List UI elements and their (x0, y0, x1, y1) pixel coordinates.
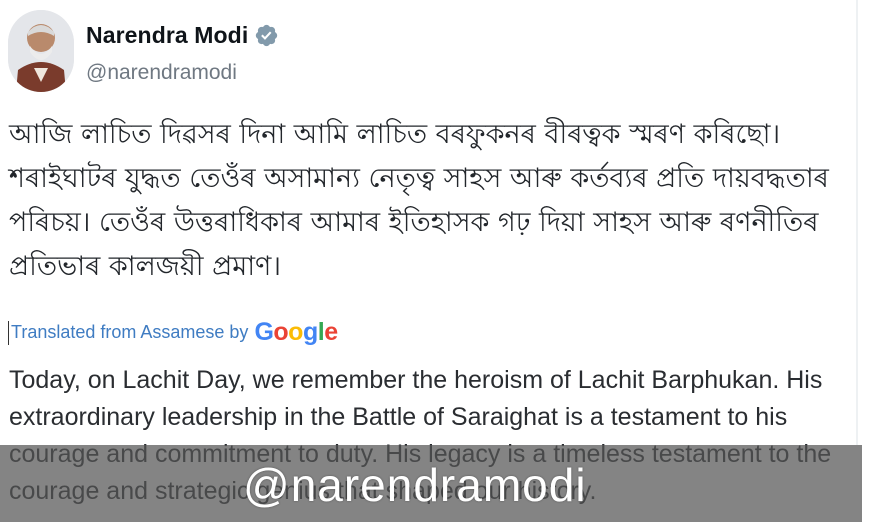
verified-badge-icon (256, 24, 278, 47)
divider (856, 0, 858, 445)
translation-attribution[interactable]: Translated from Assamese by Google (8, 318, 338, 347)
google-logo-icon: Google (254, 318, 338, 346)
watermark-handle: @narendramodi (243, 459, 587, 511)
tweet-screenshot: Narendra Modi @narendramodi আজি লাচিত দি… (0, 0, 870, 522)
author-names: Narendra Modi @narendramodi (86, 10, 279, 85)
original-text-paragraph: আজি লাচিত দিৱসৰ দিনা আমি লাচিত বৰফুকনৰ ব… (9, 119, 829, 282)
avatar-portrait-icon (8, 10, 74, 92)
display-name-row: Narendra Modi (86, 22, 279, 49)
author-display-name[interactable]: Narendra Modi (86, 22, 248, 49)
author-handle[interactable]: @narendramodi (86, 61, 279, 85)
translated-label: Translated from Assamese by (11, 322, 249, 342)
text-cursor (8, 320, 9, 345)
tweet-header: Narendra Modi @narendramodi (8, 10, 279, 92)
post-original-text: আজি লাচিত দিৱসৰ দিনা আমি লাচিত বৰফুকনৰ ব… (9, 113, 854, 289)
avatar[interactable] (8, 10, 74, 92)
